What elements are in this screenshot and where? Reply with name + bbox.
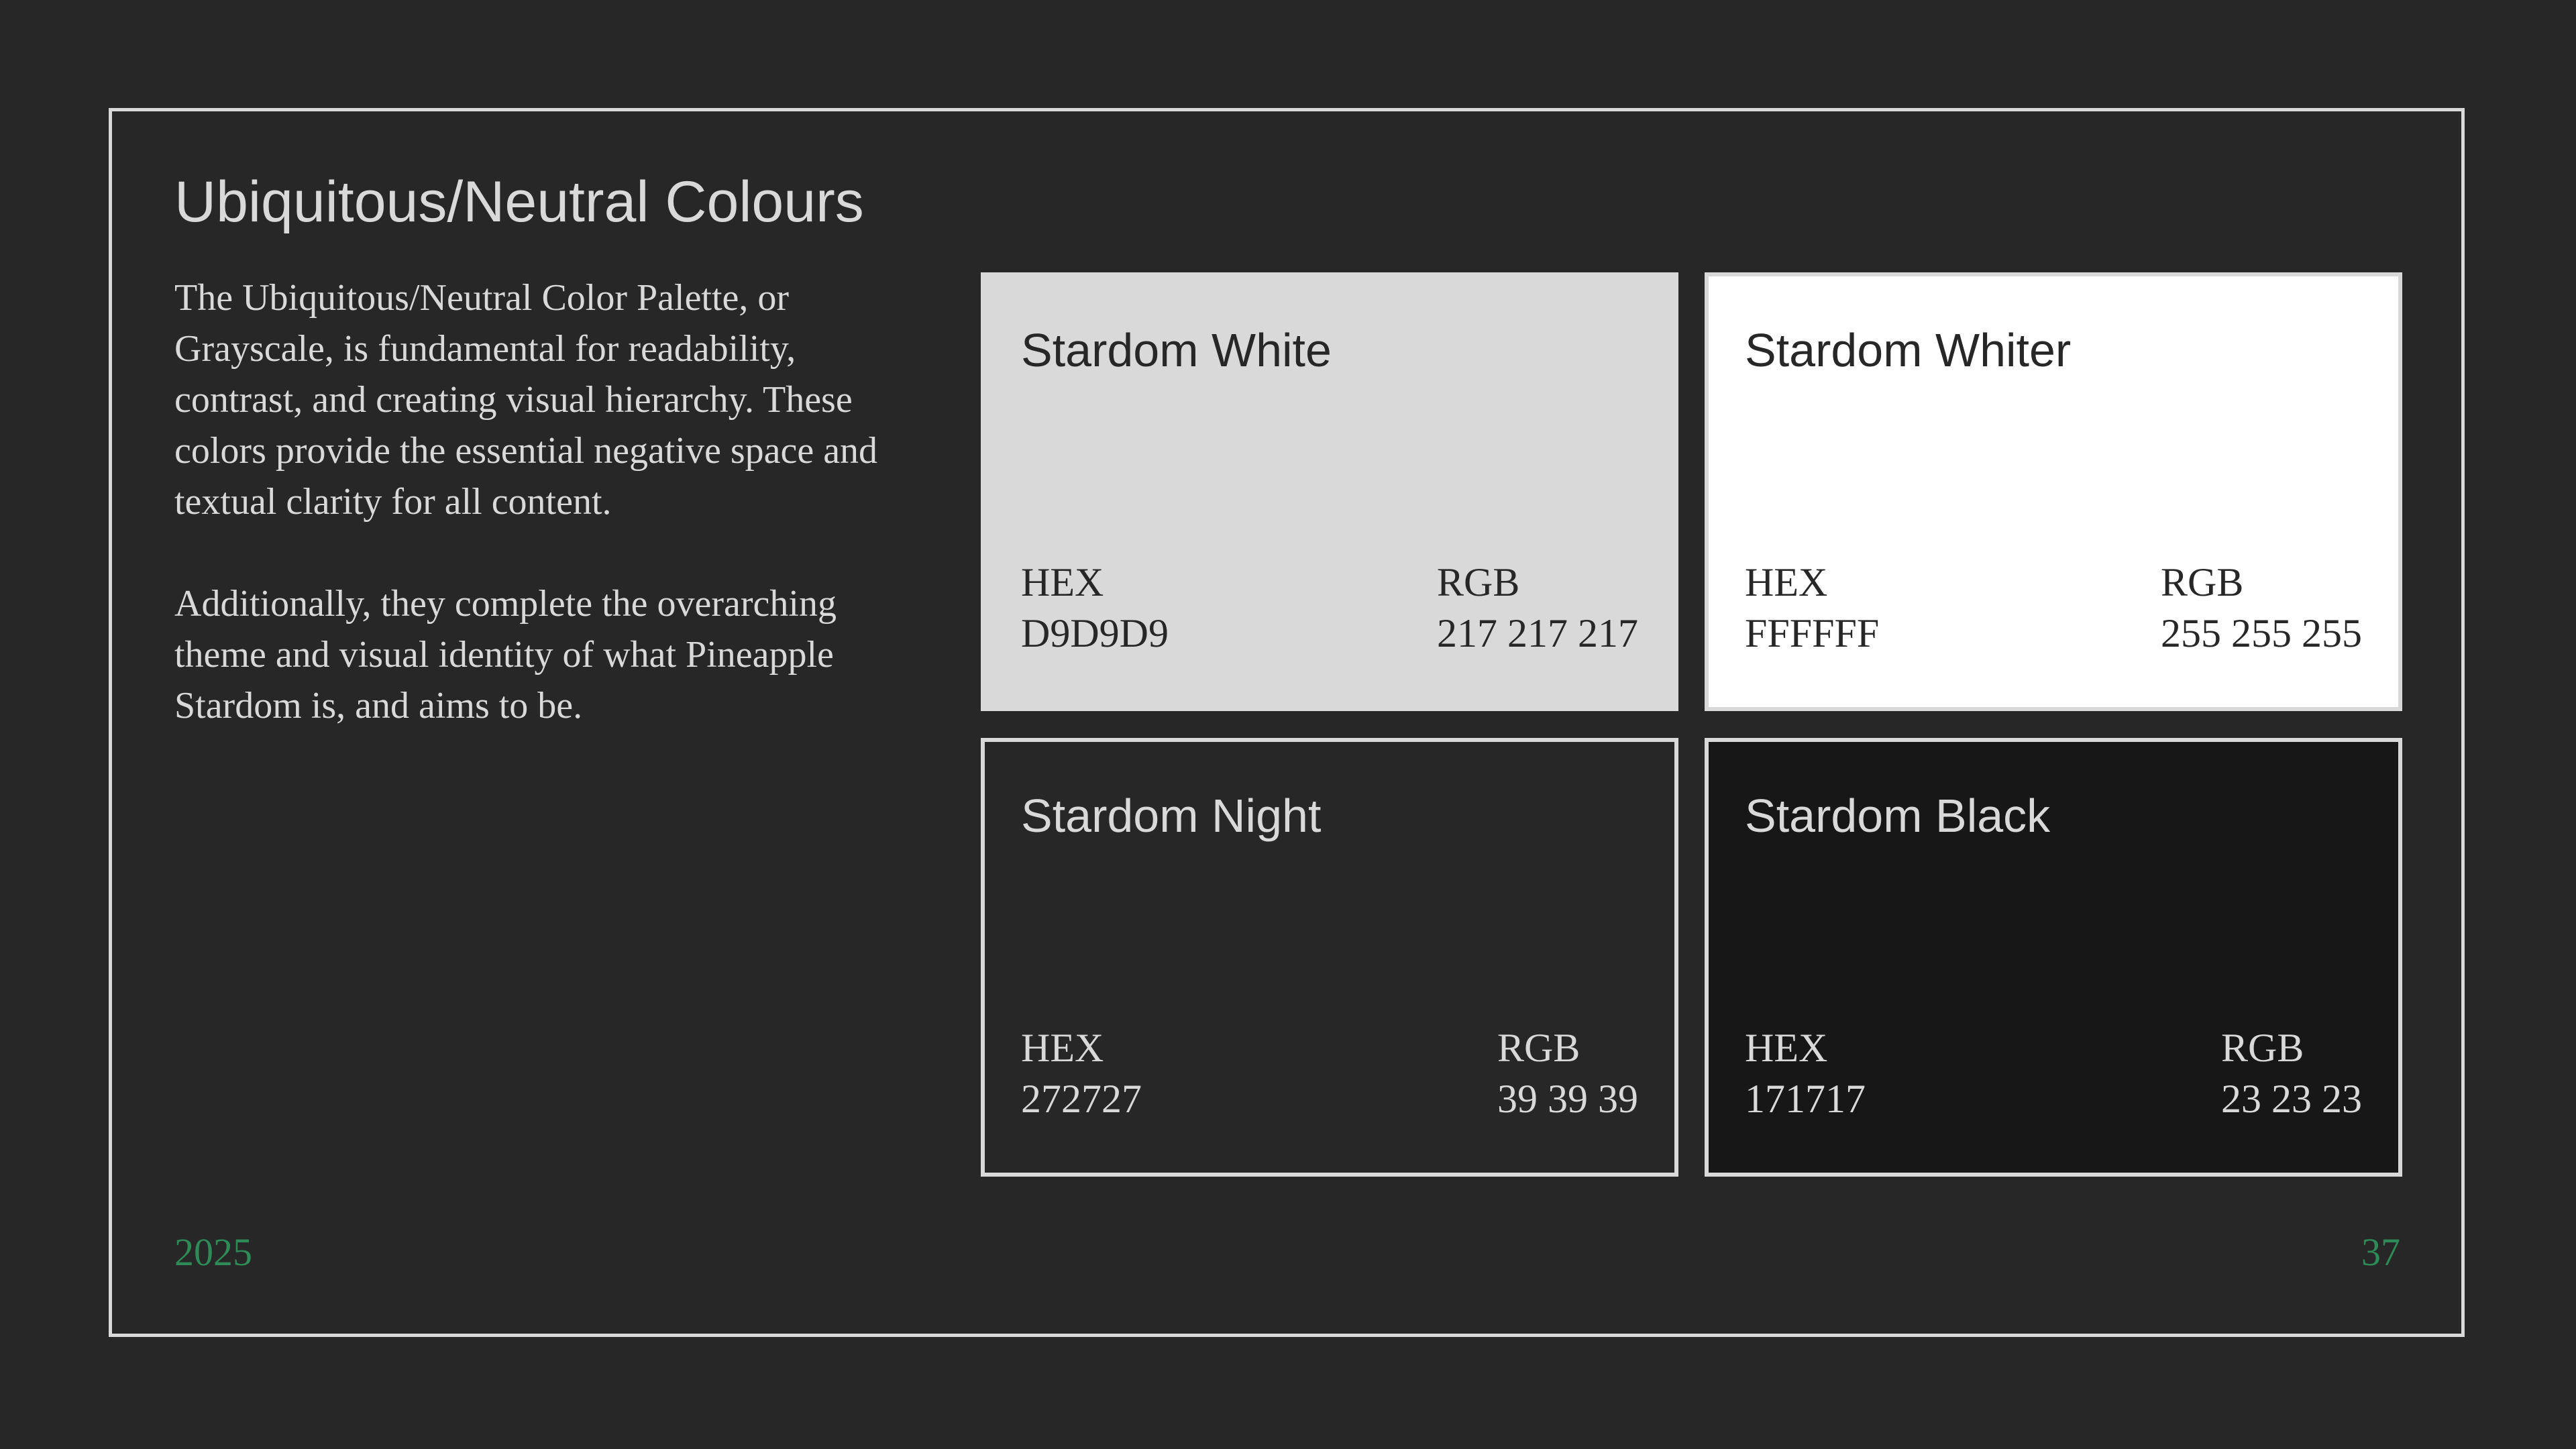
hex-label: HEX — [1021, 1026, 1104, 1070]
hex-label: HEX — [1745, 560, 1828, 604]
swatch-stardom-black: Stardom Black HEX 171717 RGB 23 23 23 — [1705, 738, 2402, 1177]
rgb-code: RGB 39 39 39 — [1497, 1022, 1638, 1124]
rgb-label: RGB — [2221, 1026, 2304, 1070]
hex-label: HEX — [1745, 1026, 1828, 1070]
swatch-name: Stardom Whiter — [1745, 324, 2072, 376]
footer-year: 2025 — [174, 1230, 252, 1274]
swatch-stardom-whiter: Stardom Whiter HEX FFFFFF RGB 255 255 25… — [1705, 272, 2402, 711]
swatch-name: Stardom Black — [1745, 790, 2051, 842]
slide-title: Ubiquitous/Neutral Colours — [174, 170, 864, 234]
hex-value: 171717 — [1745, 1077, 1866, 1121]
swatch-name: Stardom Night — [1021, 790, 1322, 842]
rgb-value: 23 23 23 — [2221, 1077, 2362, 1121]
hex-code: HEX FFFFFF — [1745, 557, 1879, 659]
slide-page: Ubiquitous/Neutral Colours The Ubiquitou… — [0, 0, 2576, 1449]
description-text: The Ubiquitous/Neutral Color Palette, or… — [174, 272, 932, 782]
description-paragraph-1: The Ubiquitous/Neutral Color Palette, or… — [174, 277, 878, 523]
hex-code: HEX 272727 — [1021, 1022, 1142, 1124]
swatch-stardom-night: Stardom Night HEX 272727 RGB 39 39 39 — [981, 738, 1678, 1177]
rgb-code: RGB 23 23 23 — [2221, 1022, 2362, 1124]
description-paragraph-2: Additionally, they complete the overarch… — [174, 583, 837, 727]
hex-value: FFFFFF — [1745, 611, 1880, 655]
hex-label: HEX — [1021, 560, 1104, 604]
swatch-name: Stardom White — [1021, 324, 1332, 376]
page-number: 37 — [2361, 1230, 2400, 1274]
rgb-label: RGB — [1437, 560, 1520, 604]
rgb-label: RGB — [1497, 1026, 1580, 1070]
rgb-value: 255 255 255 — [2161, 611, 2362, 655]
swatch-stardom-white: Stardom White HEX D9D9D9 RGB 217 217 217 — [981, 272, 1678, 711]
rgb-label: RGB — [2161, 560, 2244, 604]
rgb-code: RGB 217 217 217 — [1437, 557, 1638, 659]
rgb-value: 39 39 39 — [1497, 1077, 1638, 1121]
hex-value: D9D9D9 — [1021, 611, 1169, 655]
hex-code: HEX 171717 — [1745, 1022, 1866, 1124]
rgb-value: 217 217 217 — [1437, 611, 1638, 655]
hex-code: HEX D9D9D9 — [1021, 557, 1169, 659]
rgb-code: RGB 255 255 255 — [2161, 557, 2362, 659]
hex-value: 272727 — [1021, 1077, 1142, 1121]
